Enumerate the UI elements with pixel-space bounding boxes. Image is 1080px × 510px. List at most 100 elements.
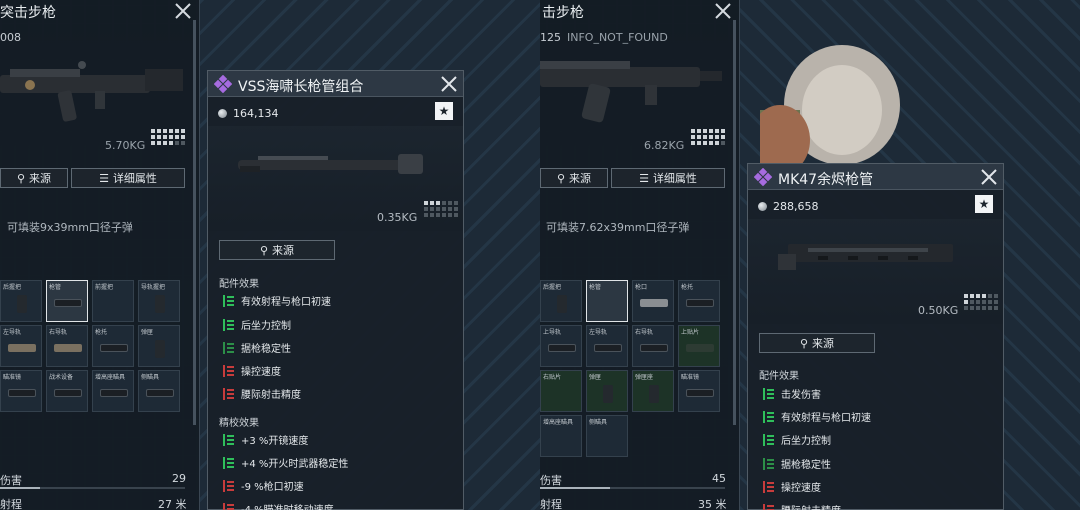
tuning-row: +3 %开镜速度	[223, 432, 308, 447]
details-button-label: 详细属性	[652, 172, 697, 185]
slot-magazine-mount[interactable]: 弹匣座	[632, 370, 674, 412]
stat-down-icon	[223, 364, 234, 377]
tuning-row: -9 %枪口初速	[223, 478, 304, 493]
tuning-row: +4 %开火时武器稳定性	[223, 455, 348, 470]
slot-rear-grip[interactable]: 后握把	[0, 280, 42, 322]
stat-up-icon	[763, 433, 774, 446]
stat-down-icon	[223, 387, 234, 400]
effect-text: 有效射程与枪口初速	[241, 297, 331, 308]
slot-right-rail[interactable]: 右导轨	[632, 325, 674, 367]
slot-top-patch[interactable]: 上贴片	[678, 325, 720, 367]
slot-rail-grip[interactable]: 导轨握把	[138, 280, 180, 322]
close-icon[interactable]	[440, 75, 458, 93]
source-button[interactable]: ⚲ 来源	[540, 168, 608, 188]
stat-up-icon	[763, 410, 774, 423]
stat-damage-label: 伤害	[0, 474, 22, 487]
slot-left-rail[interactable]: 左导轨	[0, 325, 42, 367]
source-button[interactable]: ⚲ 来源	[219, 240, 335, 260]
ammo-info: 可填装7.62x39mm口径子弹	[546, 221, 690, 234]
effect-row: 腰际射击精度	[223, 386, 301, 401]
slot-label: 前握把	[95, 284, 114, 291]
slot-top-rail[interactable]: 上导轨	[540, 325, 582, 367]
slot-label: 导轨握把	[141, 284, 166, 291]
weapon-weight: 5.70KG	[105, 139, 146, 152]
slot-tactical[interactable]: 战术设备	[46, 370, 88, 412]
slot-barrel[interactable]: 枪管	[586, 280, 628, 322]
slot-muzzle[interactable]: 枪口	[632, 280, 674, 322]
ammo-info: 可填装9x39mm口径子弹	[7, 221, 133, 234]
slot-label: 枪托	[95, 329, 108, 336]
slot-label: 侧瞄具	[589, 419, 608, 426]
effect-text: 击发伤害	[781, 390, 821, 401]
stat-down-icon	[763, 503, 774, 510]
slot-barrel[interactable]: 枪管	[46, 280, 88, 322]
slot-riser-sight[interactable]: 增高座瞄具	[92, 370, 134, 412]
slot-front-grip[interactable]: 前握把	[92, 280, 134, 322]
slot-label: 后握把	[3, 284, 22, 291]
effect-row: 操控速度	[223, 363, 281, 378]
details-button[interactable]: ☰ 详细属性	[71, 168, 185, 188]
stat-up-icon	[223, 456, 234, 469]
attachment-popup-right: MK47余烬枪管 288,658 ★ 0.50KG ⚲ 来源 配件效果 击发伤害…	[747, 163, 1004, 510]
scrollbar[interactable]	[193, 20, 196, 425]
tuning-text: +4 %开火时武器稳定性	[241, 459, 349, 470]
coin-icon	[218, 109, 227, 118]
slot-label: 右贴片	[543, 374, 562, 381]
attachment-image	[778, 244, 953, 270]
weight-grid	[691, 129, 725, 145]
slot-label: 枪口	[635, 284, 648, 291]
price-row: 288,658	[758, 200, 819, 213]
slot-label: 增高座瞄具	[95, 374, 126, 381]
slot-right-rail[interactable]: 右导轨	[46, 325, 88, 367]
price: 164,134	[233, 107, 279, 120]
list-icon: ☰	[99, 171, 109, 185]
slot-side-sight[interactable]: 侧瞄具	[586, 415, 628, 457]
details-button-label: 详细属性	[112, 172, 157, 185]
slot-riser-sight[interactable]: 增高座瞄具	[540, 415, 582, 457]
slot-magazine[interactable]: 弹匣	[586, 370, 628, 412]
effect-text: 腰际射击精度	[241, 390, 301, 401]
weapon-code: 125	[540, 31, 561, 44]
slot-label: 弹匣	[141, 329, 154, 336]
close-icon[interactable]	[980, 168, 998, 186]
rarity-diamond-icon	[214, 75, 232, 93]
slot-magazine[interactable]: 弹匣	[138, 325, 180, 367]
popup-title: VSS海啸长枪管组合	[238, 79, 364, 95]
source-button[interactable]: ⚲ 来源	[759, 333, 875, 353]
stat-range-label: 射程	[540, 498, 562, 510]
search-icon: ⚲	[259, 243, 269, 257]
effect-text: 后坐力控制	[241, 321, 291, 332]
search-icon: ⚲	[799, 336, 809, 350]
weapon-weight: 6.82KG	[644, 139, 685, 152]
weapon-panel-right: 击步枪 125 INFO_NOT_FOUND 6.82KG ⚲ 来源 ☰ 详细属…	[540, 0, 740, 510]
slot-stock[interactable]: 枪托	[92, 325, 134, 367]
slot-scope[interactable]: 瞄准镜	[678, 370, 720, 412]
favorite-star-button[interactable]: ★	[435, 102, 453, 120]
slot-label: 左导轨	[3, 329, 22, 336]
weapon-code: 008	[0, 31, 21, 44]
source-button-label: 来源	[29, 172, 52, 185]
attachment-weight: 0.50KG	[918, 304, 959, 317]
tuning-text: +3 %开镜速度	[241, 436, 309, 447]
slot-stock[interactable]: 枪托	[678, 280, 720, 322]
slot-left-rail[interactable]: 左导轨	[586, 325, 628, 367]
slot-side-sight[interactable]: 侧瞄具	[138, 370, 180, 412]
attachment-image	[238, 154, 423, 174]
slot-scope[interactable]: 瞄准镜	[0, 370, 42, 412]
slot-rear-grip[interactable]: 后握把	[540, 280, 582, 322]
details-button[interactable]: ☰ 详细属性	[611, 168, 725, 188]
close-icon[interactable]	[174, 2, 192, 20]
effect-text: 操控速度	[241, 367, 281, 378]
stat-range-label: 射程	[0, 498, 22, 510]
close-icon[interactable]	[714, 2, 732, 20]
slot-label: 枪管	[589, 284, 602, 291]
scrollbar[interactable]	[733, 20, 736, 425]
effect-row: 后坐力控制	[763, 432, 831, 447]
slot-right-patch[interactable]: 右贴片	[540, 370, 582, 412]
effect-text: 据枪稳定性	[781, 460, 831, 471]
popup-title: MK47余烬枪管	[778, 172, 874, 188]
effect-text: 据枪稳定性	[241, 344, 291, 355]
source-button[interactable]: ⚲ 来源	[0, 168, 68, 188]
favorite-star-button[interactable]: ★	[975, 195, 993, 213]
search-icon: ⚲	[556, 171, 566, 185]
